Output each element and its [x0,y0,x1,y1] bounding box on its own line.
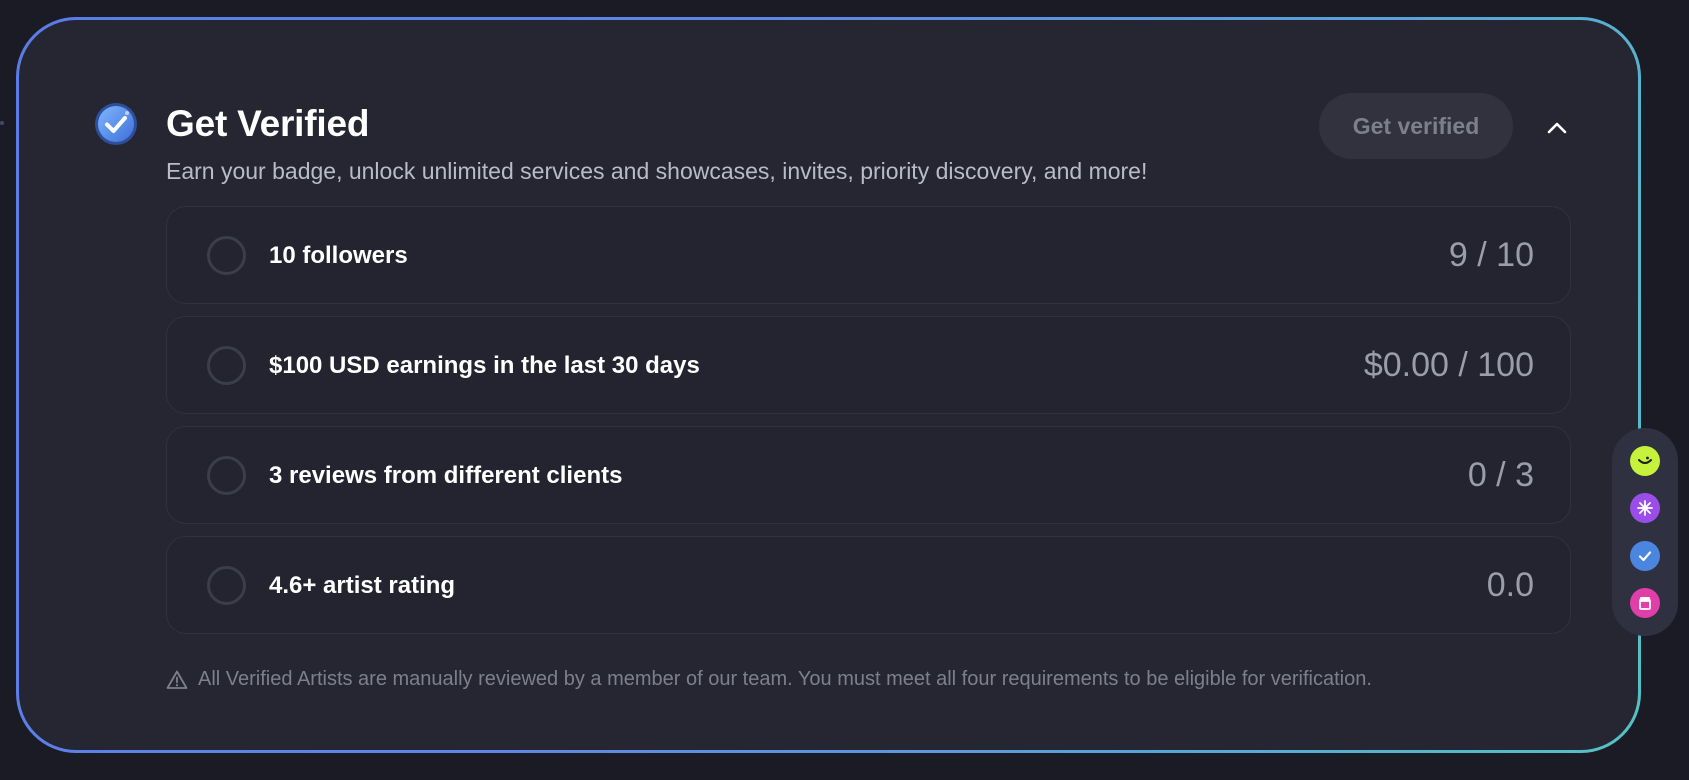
verification-card-border: Get Verified Earn your badge, unlock unl… [16,17,1641,753]
edge-indicator [0,121,4,125]
requirement-status-circle [207,566,246,605]
get-verified-button[interactable]: Get verified [1319,93,1513,159]
requirement-status-circle [207,346,246,385]
collapse-toggle[interactable] [1544,115,1570,141]
lime-face-icon[interactable] [1630,446,1660,476]
requirements-list: 10 followers 9 / 10 $100 USD earnings in… [166,206,1571,646]
verification-note: All Verified Artists are manually review… [166,668,1372,691]
requirement-status-circle [207,456,246,495]
warning-triangle-icon [166,670,188,689]
purple-sparkle-icon[interactable] [1630,493,1660,524]
requirement-progress: $0.00 / 100 [1363,346,1534,384]
pink-store-icon[interactable] [1630,587,1660,618]
requirement-progress: 0 / 3 [1467,456,1534,494]
card-title: Get Verified [166,103,370,144]
requirement-earnings: $100 USD earnings in the last 30 days $0… [166,316,1571,414]
requirement-label: 10 followers [269,242,408,269]
requirement-status-circle [207,236,246,275]
requirement-reviews: 3 reviews from different clients 0 / 3 [166,426,1571,524]
blue-check-icon[interactable] [1630,540,1660,571]
verification-card: Get Verified Earn your badge, unlock unl… [19,20,1638,750]
requirement-label: $100 USD earnings in the last 30 days [269,352,700,379]
floating-dock [1612,428,1678,636]
requirement-rating: 4.6+ artist rating 0.0 [166,536,1571,634]
note-text: All Verified Artists are manually review… [198,668,1372,690]
requirement-label: 3 reviews from different clients [269,462,623,489]
card-subtitle: Earn your badge, unlock unlimited servic… [166,158,1148,184]
chevron-up-icon [1547,122,1567,134]
requirement-followers: 10 followers 9 / 10 [166,206,1571,304]
requirement-progress: 0.0 [1486,566,1534,604]
verified-badge-icon [95,103,137,145]
requirement-progress: 9 / 10 [1448,236,1534,274]
requirement-label: 4.6+ artist rating [269,572,456,599]
page: Get Verified Earn your badge, unlock unl… [0,0,1689,780]
